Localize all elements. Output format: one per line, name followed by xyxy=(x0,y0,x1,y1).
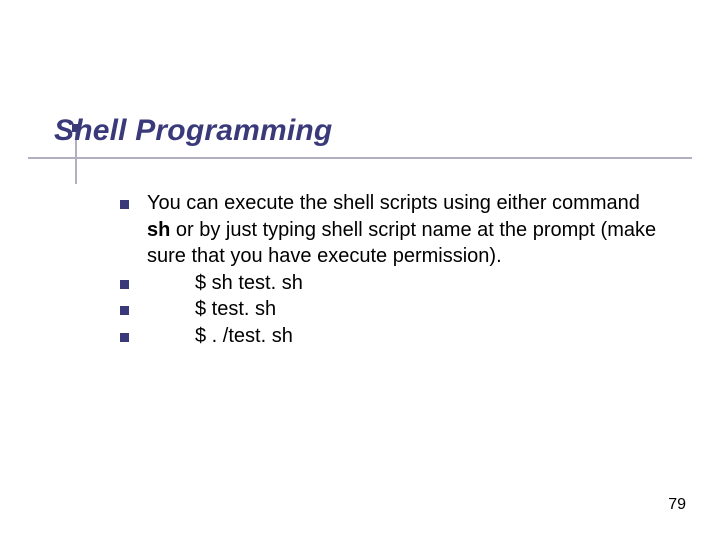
body-main-post: or by just typing shell script name at t… xyxy=(147,219,656,268)
bullet-row-example-2: $ test. sh xyxy=(120,296,660,323)
body-main-pre: You can execute the shell scripts using … xyxy=(147,192,640,214)
title-horizontal-rule xyxy=(28,157,692,159)
bullet-row-main: You can execute the shell scripts using … xyxy=(120,190,660,270)
example-text-2: $ test. sh xyxy=(147,296,660,323)
body-content: You can execute the shell scripts using … xyxy=(120,190,660,350)
body-main-bold: sh xyxy=(147,219,170,241)
body-main-text: You can execute the shell scripts using … xyxy=(147,190,660,270)
square-bullet-icon xyxy=(120,200,129,209)
example-text-3: $ . /test. sh xyxy=(147,323,660,350)
square-bullet-icon xyxy=(120,333,129,342)
example-text-1: $ sh test. sh xyxy=(147,270,660,297)
slide: Shell Programming You can execute the sh… xyxy=(0,0,720,540)
bullet-row-example-3: $ . /test. sh xyxy=(120,323,660,350)
square-bullet-icon xyxy=(120,280,129,289)
title-container: Shell Programming xyxy=(54,114,332,148)
slide-title: Shell Programming xyxy=(54,114,332,148)
square-bullet-icon xyxy=(120,306,129,315)
page-number: 79 xyxy=(668,496,686,514)
bullet-row-example-1: $ sh test. sh xyxy=(120,270,660,297)
